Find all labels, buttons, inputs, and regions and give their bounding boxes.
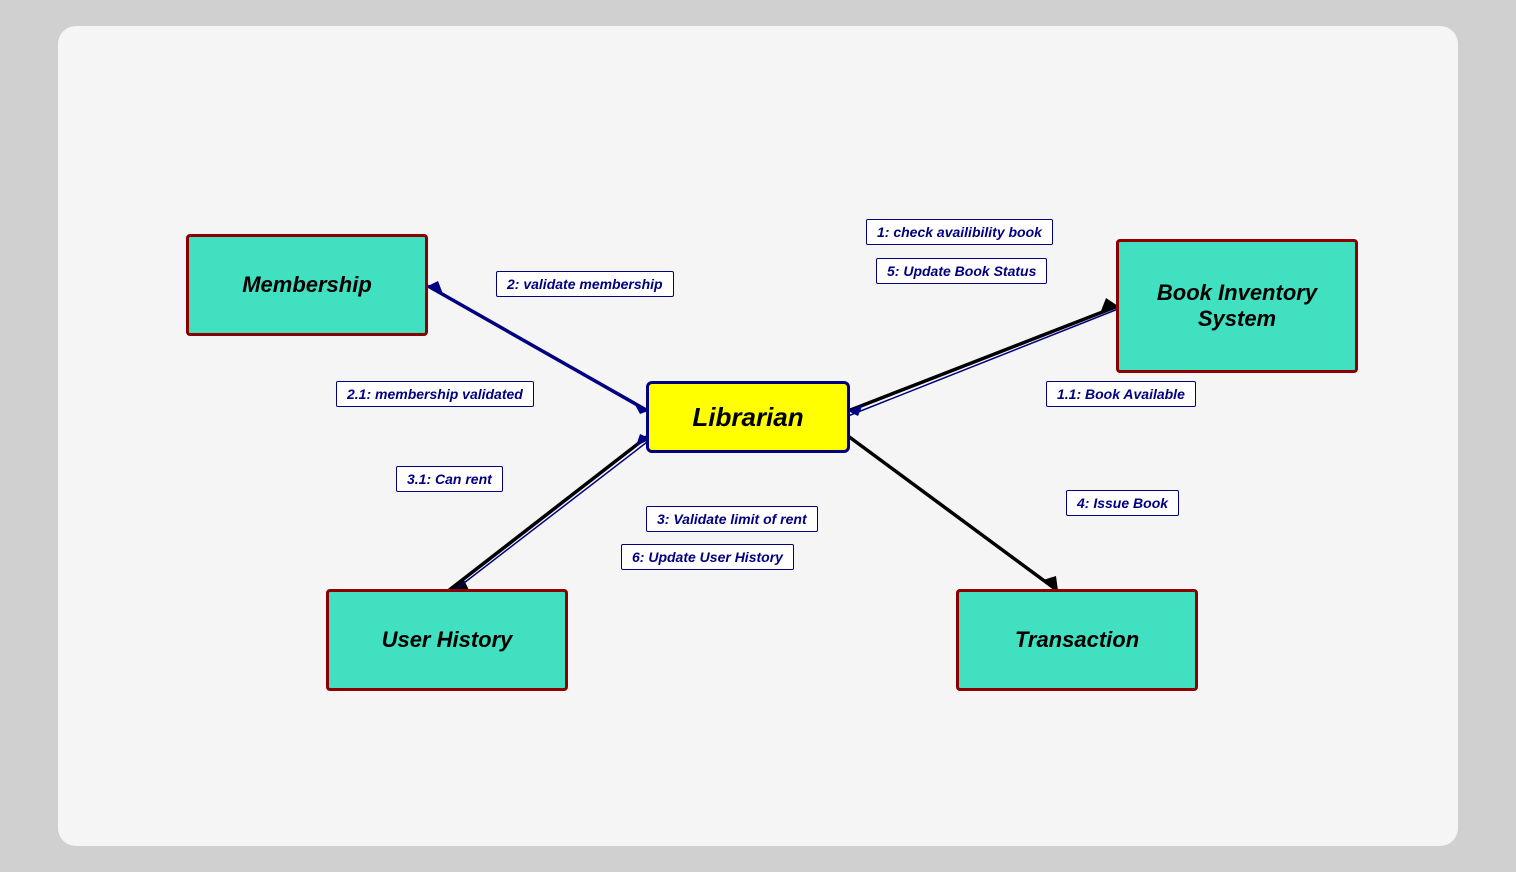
label-book-available: 1.1: Book Available xyxy=(1046,381,1196,407)
label-validate-limit-rent: 3: Validate limit of rent xyxy=(646,506,818,532)
label-can-rent-text: 3.1: Can rent xyxy=(407,471,492,487)
diagram-container: Librarian Membership Book Inventory Syst… xyxy=(58,26,1458,846)
transaction-box: Transaction xyxy=(956,589,1198,691)
label-validate-membership-text: 2: validate membership xyxy=(507,276,663,292)
transaction-label: Transaction xyxy=(1015,627,1139,653)
label-issue-book: 4: Issue Book xyxy=(1066,490,1179,516)
label-book-available-text: 1.1: Book Available xyxy=(1057,386,1185,402)
librarian-box: Librarian xyxy=(646,381,850,453)
book-inventory-box: Book Inventory System xyxy=(1116,239,1358,373)
label-update-user-history: 6: Update User History xyxy=(621,544,794,570)
label-update-book-status-text: 5: Update Book Status xyxy=(887,263,1036,279)
label-update-user-history-text: 6: Update User History xyxy=(632,549,783,565)
librarian-label: Librarian xyxy=(692,402,803,433)
user-history-box: User History xyxy=(326,589,568,691)
label-membership-validated-text: 2.1: membership validated xyxy=(347,386,523,402)
label-validate-membership: 2: validate membership xyxy=(496,271,674,297)
user-history-label: User History xyxy=(382,627,513,653)
label-issue-book-text: 4: Issue Book xyxy=(1077,495,1168,511)
label-update-book-status: 5: Update Book Status xyxy=(876,258,1047,284)
diagram-card: Librarian Membership Book Inventory Syst… xyxy=(58,26,1458,846)
membership-label: Membership xyxy=(242,272,372,298)
label-membership-validated: 2.1: membership validated xyxy=(336,381,534,407)
label-can-rent: 3.1: Can rent xyxy=(396,466,503,492)
label-check-availability: 1: check availibility book xyxy=(866,219,1053,245)
membership-box: Membership xyxy=(186,234,428,336)
label-validate-limit-rent-text: 3: Validate limit of rent xyxy=(657,511,807,527)
label-check-availability-text: 1: check availibility book xyxy=(877,224,1042,240)
book-inventory-label: Book Inventory System xyxy=(1157,280,1317,332)
